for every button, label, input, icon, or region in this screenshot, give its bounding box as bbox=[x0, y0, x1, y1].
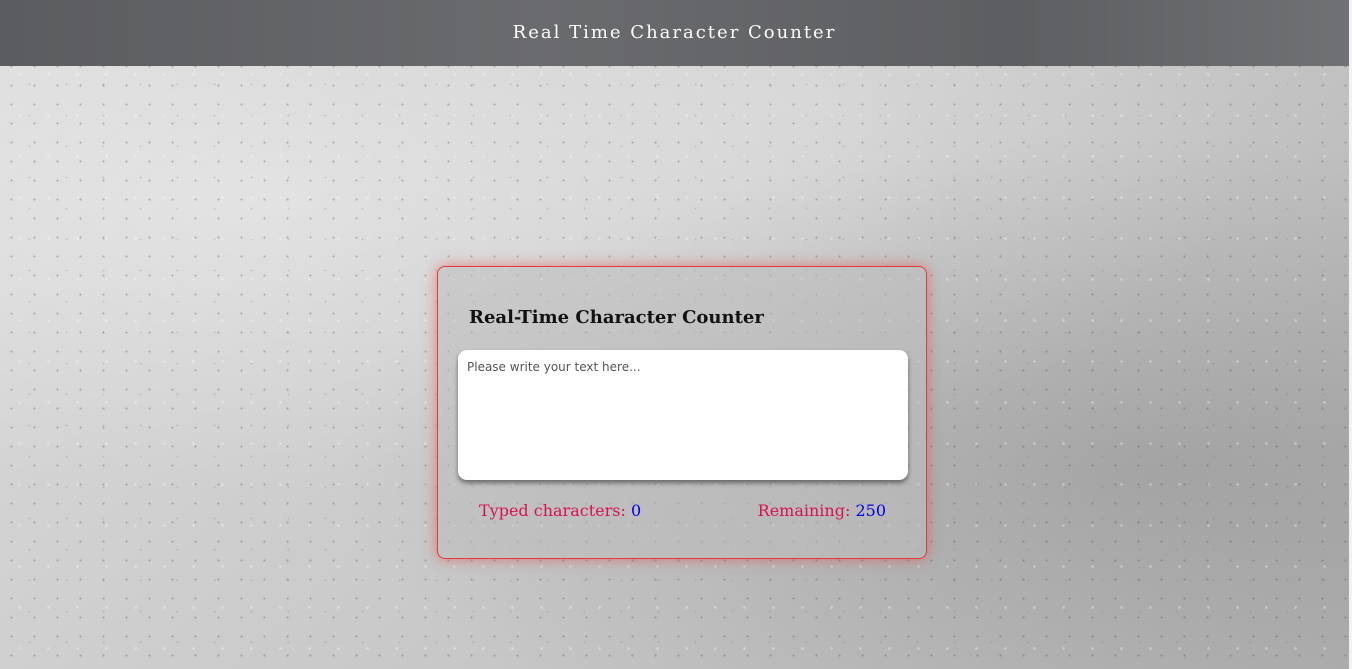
header-title: Real Time Character Counter bbox=[512, 21, 837, 43]
page-header: Real Time Character Counter bbox=[0, 0, 1349, 66]
counter-card: Real-Time Character Counter Typed charac… bbox=[437, 266, 927, 559]
text-input[interactable] bbox=[458, 350, 908, 480]
remaining-label: Remaining: bbox=[757, 501, 851, 520]
typed-characters-count: 0 bbox=[630, 501, 642, 520]
remaining-stat: Remaining: 250 bbox=[758, 501, 886, 520]
remaining-count: 250 bbox=[855, 501, 886, 520]
card-title: Real-Time Character Counter bbox=[469, 307, 764, 328]
typed-characters-label: Typed characters: bbox=[479, 501, 626, 520]
typed-characters-stat: Typed characters: 0 bbox=[479, 501, 641, 520]
